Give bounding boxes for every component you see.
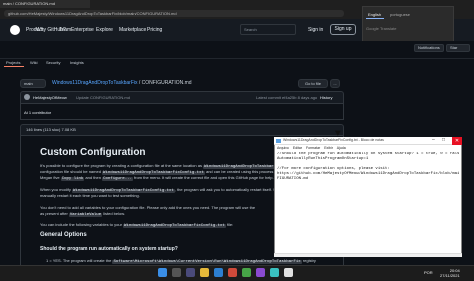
paragraph-7: as present after VariableValue listed be… — [40, 211, 125, 218]
breadcrumb-file: CONFIGURATION.md — [141, 80, 192, 86]
commit-author[interactable]: HeMajestyOfMeow — [33, 95, 67, 100]
address-bar[interactable]: github.com/HeMajesty/Windows11DragAndDro… — [4, 10, 344, 17]
app-icon-teal[interactable] — [270, 268, 279, 277]
notepad-menu: Arquivo Editar Formatar Exibir Ajuda — [277, 146, 346, 150]
paragraph-8: You can include the following variables … — [40, 222, 233, 229]
notepad-icon — [276, 139, 281, 143]
notepad-statusbar — [274, 253, 462, 257]
more-options-button[interactable]: ... — [330, 79, 340, 88]
maximize-icon[interactable]: □ — [442, 137, 445, 143]
contributors-box — [20, 104, 344, 120]
github-logo-icon[interactable] — [10, 25, 20, 35]
minimize-icon[interactable]: – — [432, 137, 435, 143]
nav-marketplace[interactable]: Marketplace — [119, 27, 146, 33]
p3-text: Megan five — [40, 175, 61, 180]
menu-item-edit[interactable]: Editar — [293, 146, 302, 150]
search-input[interactable]: Search — [240, 24, 296, 35]
menu-item-format[interactable]: Formatar — [306, 146, 320, 150]
tab-wiki[interactable]: Wiki — [30, 60, 38, 65]
nav-enterprise[interactable]: Enterprise — [71, 27, 94, 33]
paragraph-3: Megan five Copy link and then Configure.… — [40, 175, 274, 182]
commit-hash[interactable]: Latest commit ef4a25b 8 days ago — [256, 95, 317, 100]
start-icon[interactable] — [158, 268, 167, 277]
breadcrumb: Windows11DragAndDropToTaskbarFix / CONFI… — [52, 80, 192, 86]
browser-tab[interactable]: main / CONFIGURATION.md — [0, 0, 90, 8]
paragraph-5: manually restart it each time you want t… — [40, 193, 140, 198]
commit-message[interactable]: Update CONFIGURATION.md — [76, 95, 130, 100]
close-icon[interactable]: ✕ — [452, 137, 462, 145]
tab-projects[interactable]: Projects — [6, 60, 20, 65]
translate-tab-target[interactable]: portuguese — [390, 12, 410, 17]
bullet-code: Software\Microsoft\Windows\CurrentVersio… — [112, 260, 302, 264]
sign-in-link[interactable]: Sign in — [308, 27, 323, 33]
sign-up-button[interactable]: Sign up — [330, 24, 356, 35]
app-icon-green[interactable] — [242, 268, 251, 277]
p8-code: Windows11DragAndDropToTaskbarFixConfig.t… — [123, 224, 226, 228]
go-to-file-button[interactable]: Go to file — [298, 79, 328, 88]
nav-explore[interactable]: Explore — [96, 27, 113, 33]
search-icon[interactable] — [172, 268, 181, 277]
page-title: Custom Configuration — [40, 147, 146, 158]
app-icon-red[interactable] — [228, 268, 237, 277]
translate-tab-underline — [366, 18, 384, 19]
p3-mid: and then — [84, 175, 103, 180]
notepad-title: Windows11DragAndDropToTaskbarFixConfig.t… — [283, 138, 384, 142]
nav-pricing[interactable]: Pricing — [147, 27, 162, 33]
notifications-button[interactable]: Notifications — [414, 44, 444, 52]
notepad-line: FIGURATION.md — [277, 177, 309, 181]
repo-header — [0, 41, 474, 59]
edge-icon[interactable] — [214, 268, 223, 277]
nav-team[interactable]: Team — [59, 27, 71, 33]
app-icon-purple[interactable] — [256, 268, 265, 277]
p3-code2: Configure... — [102, 177, 133, 181]
tab-security[interactable]: Security — [46, 60, 60, 65]
bullet-text: 1 = YES. The program will create the — [46, 258, 113, 263]
file-explorer-icon[interactable] — [200, 268, 209, 277]
file-info: 146 lines (113 sloc) 7.08 KB — [26, 127, 76, 132]
notepad-text-area[interactable]: //Should the program run automatically o… — [277, 152, 459, 182]
avatar[interactable] — [24, 94, 30, 100]
history-link[interactable]: History — [320, 95, 332, 100]
p2-text: configuration file should be named — [40, 169, 103, 174]
language-indicator[interactable]: POR — [424, 270, 433, 275]
taskbar — [0, 265, 474, 281]
p7-tail: listed below. — [102, 211, 126, 216]
p4-text: When you modify — [40, 187, 73, 192]
p3-code1: Copy link — [60, 177, 85, 181]
active-tab-underline — [4, 66, 24, 67]
translate-input[interactable]: Google Translate — [366, 26, 406, 32]
menu-item-help[interactable]: Ajuda — [337, 146, 346, 150]
task-view-icon[interactable] — [186, 268, 195, 277]
clock-date: 27/11/2021 — [440, 273, 460, 278]
bullet-tail: registry — [301, 258, 316, 263]
star-button[interactable]: Star — [446, 44, 470, 52]
p8-text: You can include the following variables … — [40, 222, 124, 227]
section-heading: General Options — [40, 232, 87, 238]
p3-tail: from the menu. It will create the correc… — [132, 175, 274, 180]
translate-tab-source[interactable]: English — [368, 12, 381, 17]
clock[interactable]: 20:04 27/11/2021 — [440, 268, 460, 278]
notepad-taskbar-icon[interactable] — [284, 268, 293, 277]
p7-code: VariableValue — [68, 213, 103, 217]
menu-item-file[interactable]: Arquivo — [277, 146, 289, 150]
branch-select[interactable]: main — [20, 79, 46, 88]
contributors-count[interactable]: At 1 contributor — [24, 110, 51, 115]
p8-tail: file: — [225, 222, 234, 227]
p7-text: as present after — [40, 211, 69, 216]
menu-item-view[interactable]: Exibir — [324, 146, 333, 150]
list-item: 1 = YES. The program will create the Sof… — [46, 258, 316, 264]
breadcrumb-repo-link[interactable]: Windows11DragAndDropToTaskbarFix — [52, 80, 138, 86]
tab-insights[interactable]: Insights — [70, 60, 84, 65]
p1-text: It's possible to configure the program b… — [40, 163, 204, 168]
subsection-heading: Should the program run automatically on … — [40, 246, 178, 252]
